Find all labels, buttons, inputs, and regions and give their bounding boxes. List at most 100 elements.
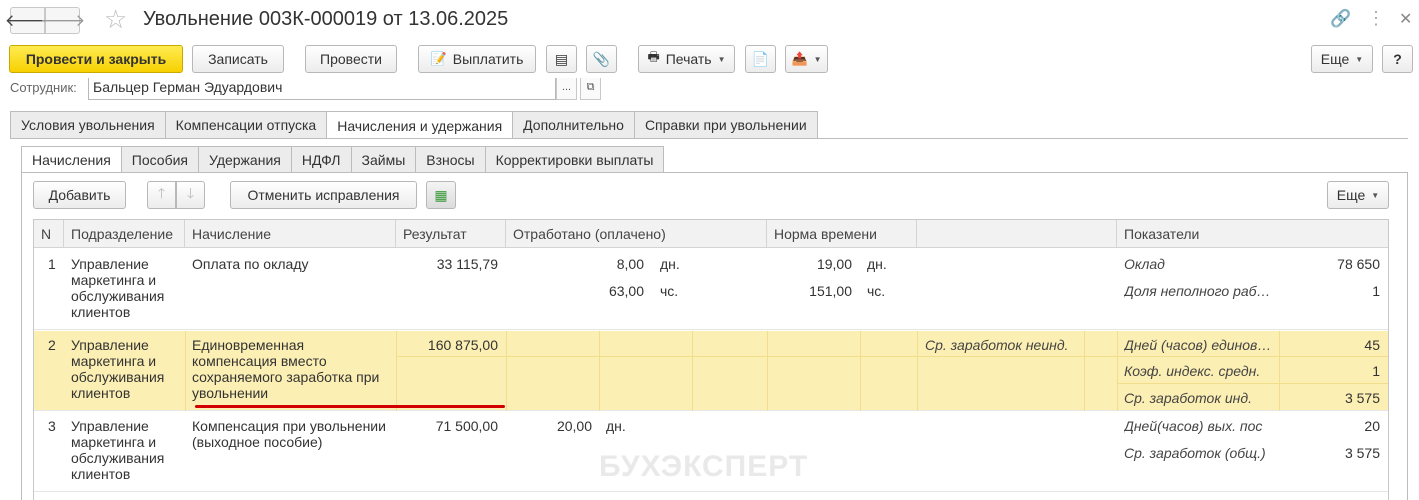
subtab-accruals[interactable]: Начисления <box>21 146 122 173</box>
sub-tabs: Начисления Пособия Удержания НДФЛ Займы … <box>21 146 665 173</box>
tab-accruals-deductions[interactable]: Начисления и удержания <box>326 111 514 139</box>
cell-divider <box>1279 331 1280 411</box>
col-header-worked[interactable]: Отработано (оплачено) <box>506 220 767 248</box>
tab-dismissal-conditions[interactable]: Условия увольнения <box>10 111 166 138</box>
row-result: 33 115,79 <box>436 256 498 272</box>
col-header-extra[interactable] <box>917 220 1117 248</box>
pay-document-icon: 📝 <box>430 51 447 66</box>
help-button[interactable]: ? <box>1382 45 1413 73</box>
cell-divider <box>185 331 186 411</box>
tab-additional[interactable]: Дополнительно <box>512 111 635 138</box>
window-title: Увольнение 003К-000019 от 13.06.2025 <box>143 8 509 30</box>
cell-divider <box>599 331 600 411</box>
move-up-button[interactable]: 🡑 <box>147 181 176 209</box>
print-button[interactable]: 🖶 Печать ▼ <box>638 45 735 73</box>
row-number: 3 <box>48 418 56 434</box>
col-header-department[interactable]: Подразделение <box>64 220 185 248</box>
col-header-result[interactable]: Результат <box>396 220 506 248</box>
indicator-name: Доля неполного рабочего времени <box>1124 283 1274 299</box>
employee-open-button[interactable]: ⧉ <box>580 78 601 100</box>
add-row-button[interactable]: Добавить <box>33 181 126 209</box>
pay-button[interactable]: 📝 Выплатить <box>418 45 536 73</box>
row-department: Управление маркетинга и обслуживания кли… <box>71 337 165 401</box>
show-indicators-toggle[interactable]: ▦ <box>426 181 456 209</box>
tabs-divider <box>10 138 1408 139</box>
subtab-contributions[interactable]: Взносы <box>415 146 486 172</box>
table-header: N Подразделение Начисление Результат Отр… <box>34 220 1388 248</box>
table-row-selected[interactable]: 2 Управление маркетинга и обслуживания к… <box>34 331 1388 411</box>
row-norm-hours-unit: чс. <box>867 283 886 299</box>
subtab-ndfl[interactable]: НДФЛ <box>290 146 352 172</box>
create-based-icon: 📤 <box>791 51 808 66</box>
row-norm-hours: 151,00 <box>809 283 852 299</box>
subtab-loans[interactable]: Займы <box>350 146 417 172</box>
close-icon[interactable]: ✕ <box>1399 9 1412 29</box>
row-accrual: Единовременная компенсация вместо сохран… <box>192 337 380 401</box>
create-based-on-button[interactable]: 📤 ▼ <box>785 45 828 73</box>
subtab-benefits[interactable]: Пособия <box>120 146 200 172</box>
table-row[interactable]: 3 Управление маркетинга и обслуживания к… <box>34 412 1388 492</box>
indicator-value: 1 <box>1372 363 1380 379</box>
indicator-value: 20 <box>1364 418 1380 434</box>
col-header-indicators[interactable]: Показатели <box>1117 220 1388 248</box>
attach-button[interactable]: 📎 <box>586 45 617 73</box>
row-number: 1 <box>48 256 56 272</box>
cell-divider <box>506 331 507 411</box>
calculator-button[interactable]: ▤ <box>546 45 577 73</box>
subtab-payment-corrections[interactable]: Корректировки выплаты <box>484 146 665 172</box>
employee-field[interactable]: Бальцер Герман Эдуардович <box>88 78 556 100</box>
post-button[interactable]: Провести <box>305 45 397 73</box>
grid-more-button[interactable]: Еще ▼ <box>1327 181 1389 209</box>
pay-button-label: Выплатить <box>452 51 524 67</box>
main-tabs: Условия увольнения Компенсации отпуска Н… <box>10 111 818 139</box>
paperclip-icon: 📎 <box>592 50 611 67</box>
tab-vacation-compensation[interactable]: Компенсации отпуска <box>164 111 328 138</box>
move-down-button[interactable]: 🡓 <box>176 181 205 209</box>
indicator-name: Оклад <box>1124 256 1165 272</box>
arrow-right-icon: 🡒 <box>39 10 86 30</box>
cell-divider <box>767 331 768 411</box>
save-button[interactable]: Записать <box>192 45 284 73</box>
row-worked-days-unit: дн. <box>606 418 626 434</box>
link-icon[interactable]: 🔗 <box>1330 9 1351 29</box>
cell-divider <box>692 331 693 411</box>
more-vertical-icon[interactable]: ⋮ <box>1367 8 1385 29</box>
print-button-label: Печать <box>665 51 712 67</box>
col-header-accrual[interactable]: Начисление <box>185 220 396 248</box>
table-green-icon: ▦ <box>434 186 448 203</box>
indicator-name: Дней (часов) единовременной компенсации <box>1124 337 1274 353</box>
tab-dismissal-certificates[interactable]: Справки при увольнении <box>633 111 818 138</box>
favorite-star-icon[interactable]: ☆ <box>104 5 127 33</box>
indicator-name: Ср. заработок инд. <box>1124 390 1252 406</box>
accruals-table[interactable]: БУХЭКСПЕРТ N Подразделение Начисление Ре… <box>33 219 1389 500</box>
cell-divider <box>917 331 918 411</box>
more-button[interactable]: Еще ▼ <box>1311 45 1373 73</box>
arrow-up-icon: 🡑 <box>157 185 166 201</box>
col-header-n[interactable]: N <box>34 220 64 248</box>
indicator-name: Дней(часов) вых. пос <box>1124 418 1263 434</box>
report-button[interactable]: 📄 <box>745 45 776 73</box>
cell-divider <box>1117 383 1388 384</box>
cell-divider <box>860 331 861 411</box>
chevron-down-icon: ▼ <box>717 54 726 64</box>
indicator-value: 45 <box>1364 337 1380 353</box>
col-header-time-norm[interactable]: Норма времени <box>767 220 917 248</box>
row-worked-days: 20,00 <box>556 418 592 434</box>
arrow-down-icon: 🡓 <box>186 185 195 201</box>
forward-button[interactable]: 🡒 <box>40 7 85 34</box>
post-and-close-button[interactable]: Провести и закрыть <box>9 45 183 73</box>
cancel-corrections-button[interactable]: Отменить исправления <box>230 181 417 209</box>
grid-more-label: Еще <box>1336 187 1366 203</box>
employee-select-button[interactable]: ... <box>556 78 577 100</box>
row-department: Управление маркетинга и обслуживания кли… <box>71 418 165 482</box>
chevron-down-icon: ▼ <box>1355 54 1364 64</box>
subtab-deductions[interactable]: Удержания <box>198 146 292 172</box>
row-number: 2 <box>48 337 56 353</box>
row-extra-indicator: Ср. заработок неинд. <box>925 337 1069 353</box>
row-accrual: Оплата по окладу <box>192 256 309 272</box>
table-row[interactable]: 1 Управление маркетинга и обслуживания к… <box>34 249 1388 330</box>
chevron-down-icon: ▼ <box>813 54 822 64</box>
row-result: 160 875,00 <box>427 337 498 353</box>
open-icon: ⧉ <box>586 81 595 93</box>
report-icon: 📄 <box>751 50 770 67</box>
